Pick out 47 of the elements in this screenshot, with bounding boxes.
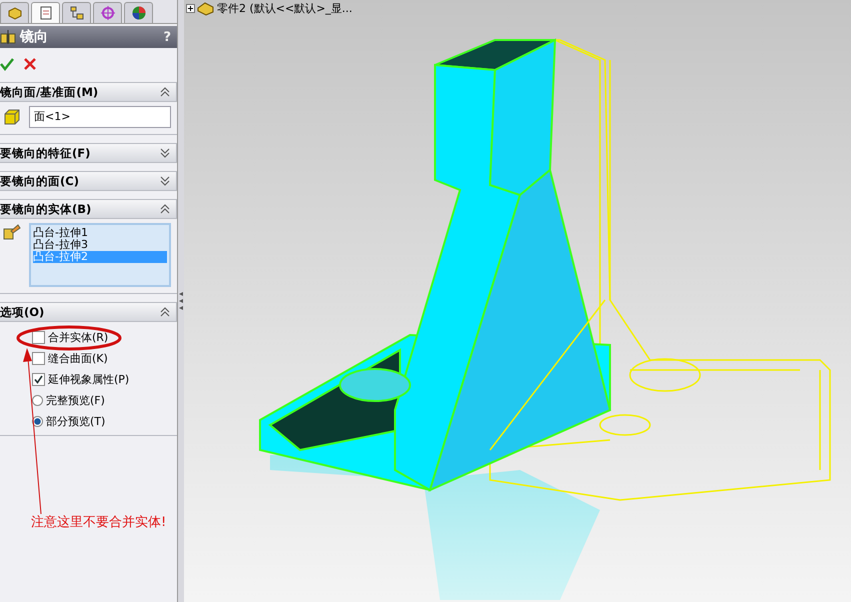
- panel-tab[interactable]: [62, 2, 91, 23]
- expand-icon[interactable]: [186, 4, 195, 12]
- panel-tab[interactable]: [93, 2, 122, 23]
- section-header[interactable]: 要镜向的特征(F): [0, 143, 177, 163]
- collapse-icon: [160, 87, 170, 97]
- expand-icon: [160, 176, 170, 186]
- radio-button[interactable]: [32, 416, 43, 427]
- panel-tab[interactable]: [0, 2, 29, 23]
- section-header[interactable]: 要镜向的实体(B): [0, 199, 177, 219]
- checkbox[interactable]: [32, 373, 45, 386]
- checkbox[interactable]: [32, 331, 45, 344]
- document-icon: [38, 5, 54, 21]
- tree-icon: [68, 5, 84, 21]
- option-label: 完整预览(F): [46, 393, 105, 408]
- body-select-icon: [3, 223, 21, 241]
- panel-title: 镜向: [20, 28, 49, 46]
- list-item[interactable]: 凸台-拉伸1: [33, 227, 167, 239]
- splitter-handle[interactable]: [178, 0, 184, 602]
- bodies-list[interactable]: 凸台-拉伸1 凸台-拉伸3 凸台-拉伸2: [29, 223, 171, 287]
- section-header[interactable]: 要镜向的面(C): [0, 171, 177, 191]
- checkbox[interactable]: [32, 352, 45, 365]
- collapse-icon: [160, 307, 170, 317]
- color-ball-icon: [130, 5, 146, 21]
- panel-tab[interactable]: [31, 2, 60, 23]
- option-label: 延伸视象属性(P): [48, 372, 130, 387]
- collapse-icon: [160, 204, 170, 214]
- section-header[interactable]: 镜向面/基准面(M): [0, 82, 177, 102]
- face-input-field[interactable]: 面<1>: [29, 106, 171, 128]
- part-icon: [197, 0, 215, 16]
- confirm-icon[interactable]: [0, 57, 14, 71]
- help-button[interactable]: ?: [163, 30, 171, 44]
- close-icon[interactable]: [24, 58, 36, 70]
- mirror-icon: [0, 30, 16, 44]
- annotation-text: 注意这里不要合并实体!: [31, 514, 166, 531]
- option-label: 合并实体(R): [48, 330, 108, 345]
- panel-tab[interactable]: [124, 2, 153, 23]
- option-label: 缝合曲面(K): [48, 351, 108, 366]
- section-header[interactable]: 选项(O): [0, 302, 177, 322]
- option-label: 部分预览(T): [46, 414, 106, 429]
- list-item[interactable]: 凸台-拉伸3: [33, 239, 167, 251]
- part-icon: [6, 5, 22, 21]
- collapse-arrows-icon: [178, 289, 184, 313]
- cube-icon: [3, 108, 21, 126]
- expand-icon: [160, 148, 170, 158]
- radio-button[interactable]: [32, 395, 43, 406]
- tree-root-label[interactable]: 零件2 (默认<<默认>_显...: [217, 0, 352, 16]
- crosshair-icon: [100, 5, 116, 21]
